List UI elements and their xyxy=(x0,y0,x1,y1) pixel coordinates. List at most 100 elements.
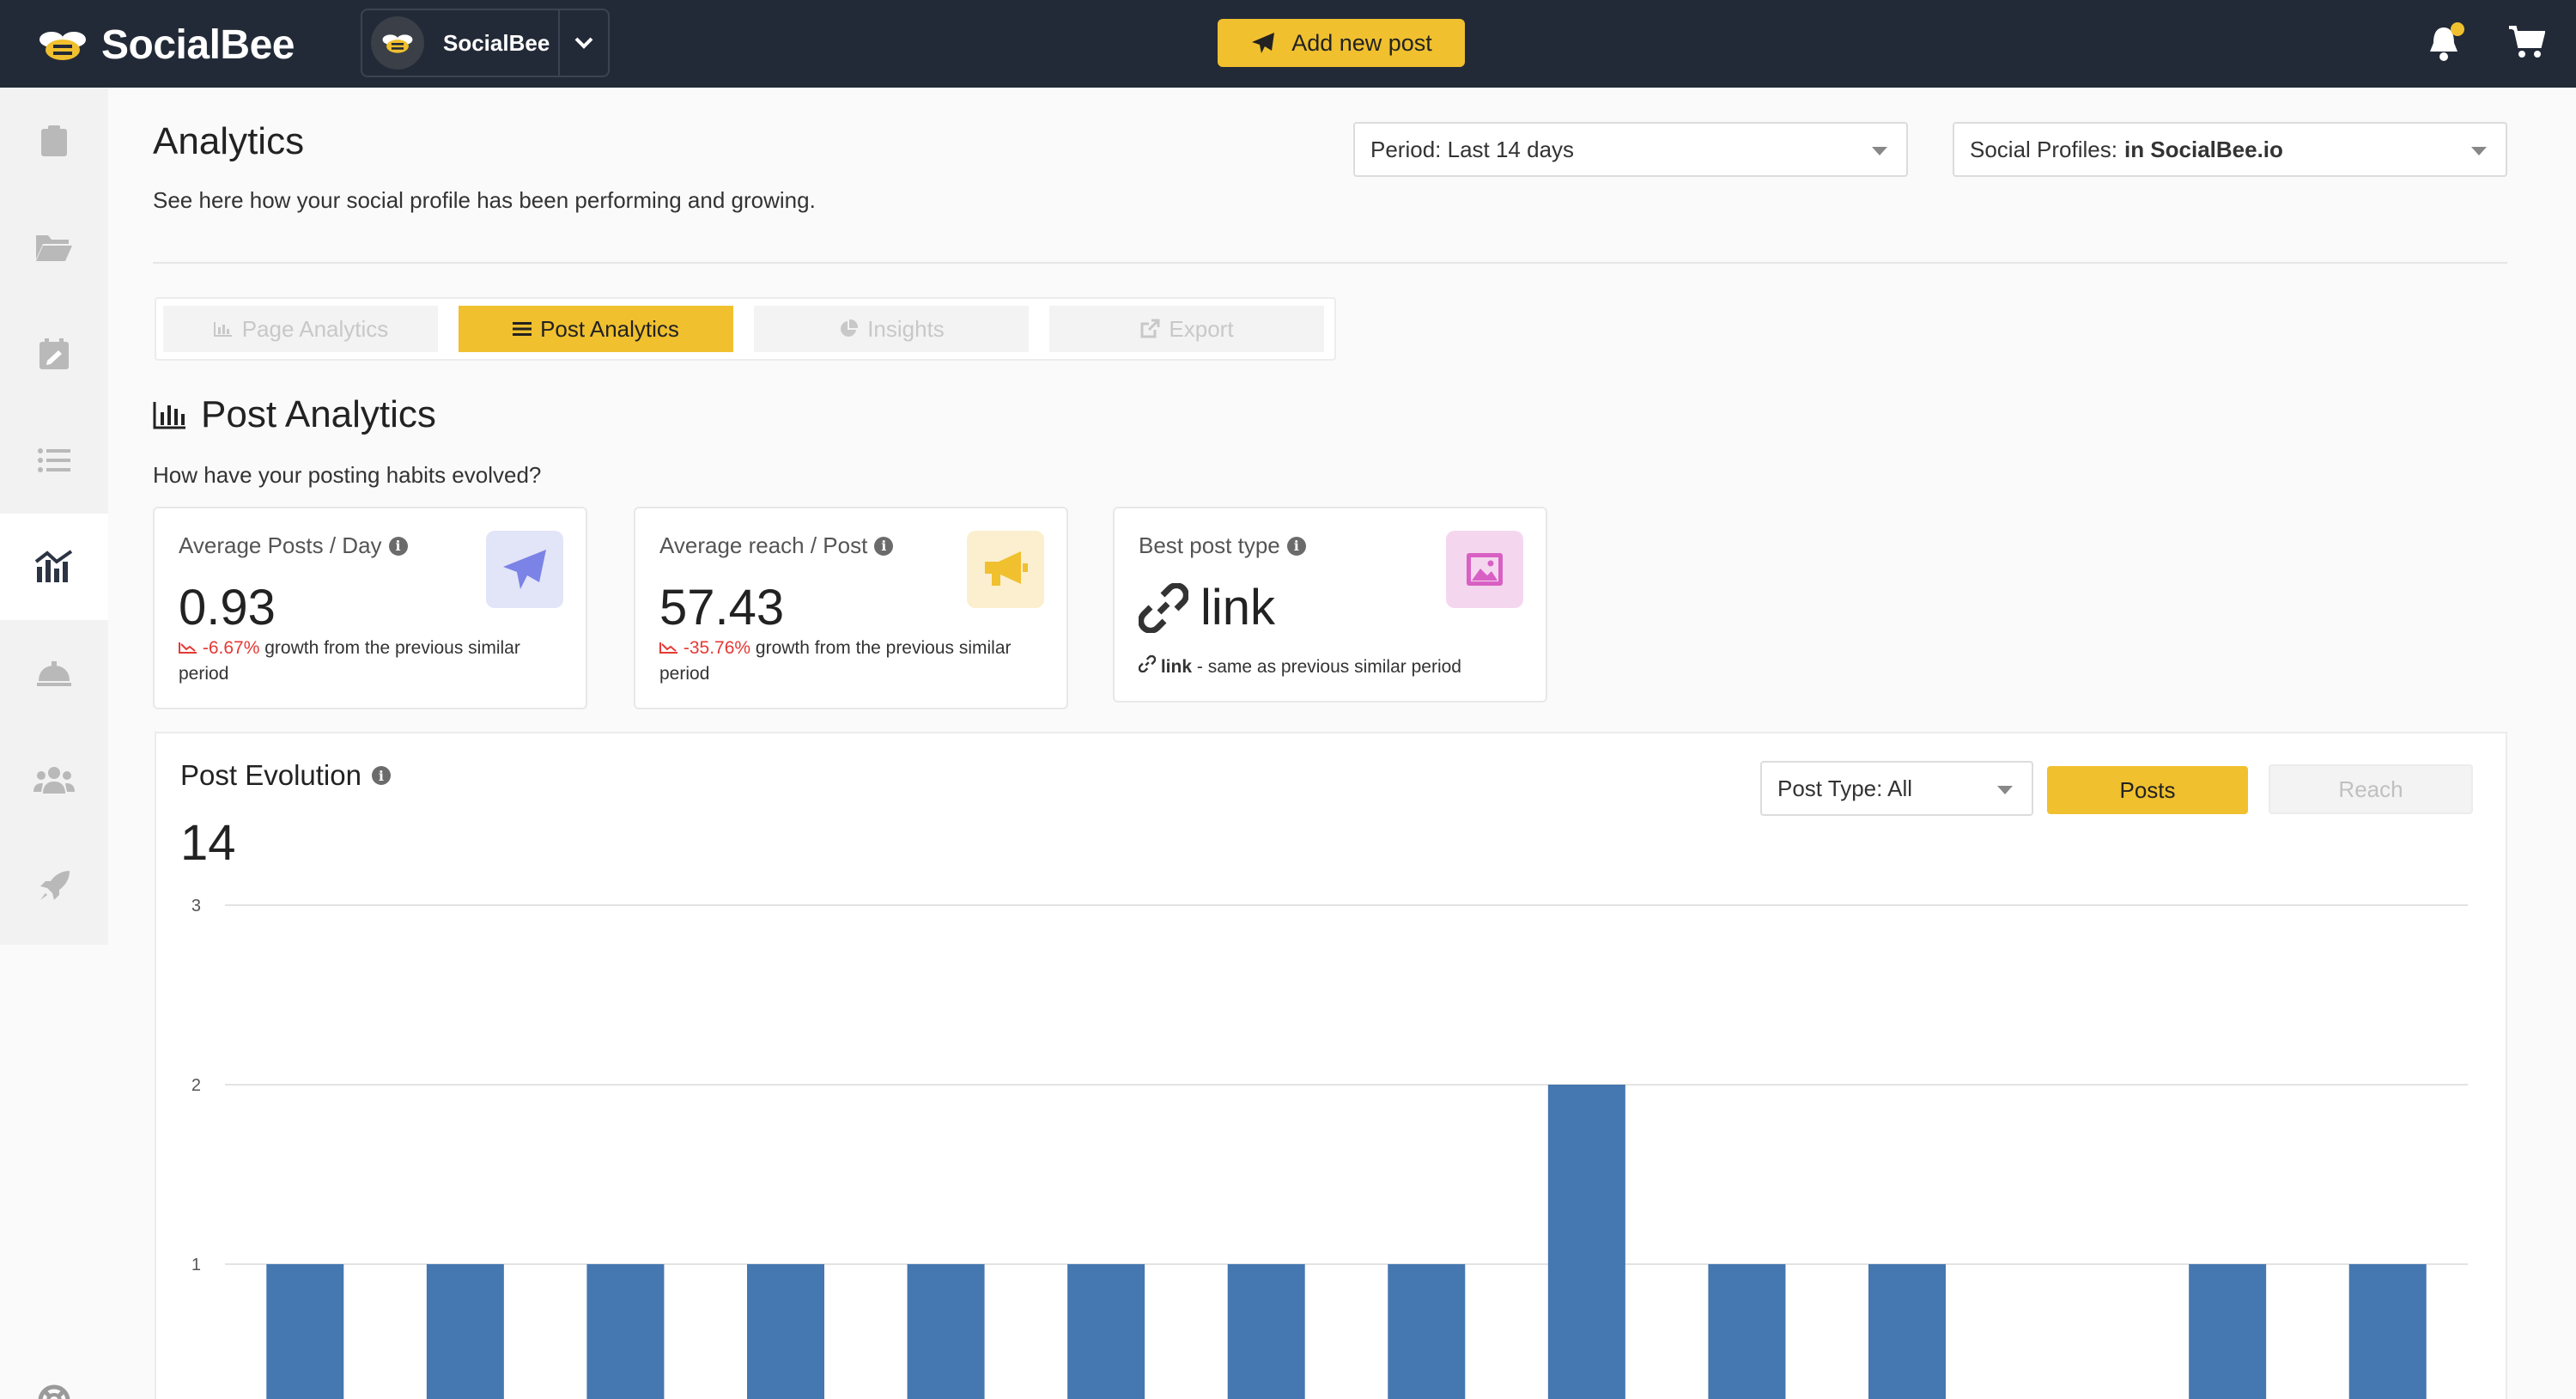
workspace-avatar xyxy=(371,16,424,70)
top-bar: SocialBee SocialBee Add new post xyxy=(0,0,2576,88)
trend-down-icon xyxy=(659,642,677,654)
workspace-name: SocialBee xyxy=(443,29,550,56)
link-icon xyxy=(1138,654,1157,673)
card-growth: -35.76% growth from the previous similar… xyxy=(659,636,1054,687)
paper-plane-icon xyxy=(1252,33,1275,53)
notifications-button[interactable] xyxy=(2427,22,2464,62)
help-button[interactable] xyxy=(0,1371,108,1399)
card-best-post-type: Best post type i link link - same as pre… xyxy=(1113,507,1547,703)
caret-down-icon xyxy=(2471,147,2487,155)
analytics-icon xyxy=(34,550,73,582)
posts-toggle-label: Posts xyxy=(2119,776,2176,803)
post-evolution-chart: 1 2 3 xyxy=(191,897,2468,1399)
info-icon[interactable]: i xyxy=(388,536,408,556)
bar-chart-icon xyxy=(153,402,185,429)
link-icon xyxy=(1139,582,1188,633)
add-new-post-button[interactable]: Add new post xyxy=(1218,19,1465,67)
chart-bar-d1[interactable] xyxy=(266,1264,344,1399)
chart-bar-d5[interactable] xyxy=(907,1264,985,1399)
workspace-dropdown-button[interactable] xyxy=(558,10,608,76)
image-icon xyxy=(1467,553,1503,586)
card-label: Average Posts / Day xyxy=(179,532,382,558)
chart-bar-d10[interactable] xyxy=(1708,1264,1786,1399)
chart-bar-d14[interactable] xyxy=(2348,1264,2427,1399)
external-link-icon xyxy=(1140,319,1160,338)
social-profiles-select[interactable]: Social Profiles: in SocialBee.io xyxy=(1953,122,2507,177)
cart-button[interactable] xyxy=(2507,24,2546,60)
period-select-value: Period: Last 14 days xyxy=(1370,136,1575,162)
tab-page-analytics[interactable]: Page Analytics xyxy=(163,306,438,352)
card-value-row: link xyxy=(1139,579,1275,636)
card-label-row: Average reach / Post i xyxy=(659,532,894,559)
card-detail: link - same as previous similar period xyxy=(1138,654,1534,680)
list-icon xyxy=(38,448,70,472)
panel-title: Post Evolution xyxy=(180,759,361,791)
rocket-icon xyxy=(40,871,70,900)
card-label-row: Best post type i xyxy=(1139,532,1306,559)
card-icon-box xyxy=(1446,531,1523,608)
social-profiles-value: in SocialBee.io xyxy=(2123,136,2283,162)
social-profiles-label: Social Profiles: xyxy=(1970,136,2117,162)
clipboard-icon xyxy=(41,125,67,156)
post-type-select-value: Post Type: All xyxy=(1777,775,1913,801)
tab-export[interactable]: Export xyxy=(1049,306,1324,352)
card-growth: -6.67% growth from the previous similar … xyxy=(179,636,574,687)
caret-down-icon xyxy=(1997,786,2013,794)
chart-bar-d11[interactable] xyxy=(1868,1264,1946,1399)
tab-label: Insights xyxy=(867,315,945,342)
info-icon[interactable]: i xyxy=(874,536,894,556)
card-label: Average reach / Post xyxy=(659,532,868,558)
info-icon[interactable]: i xyxy=(371,766,391,785)
y-tick-label: 2 xyxy=(191,1076,201,1095)
sidebar-item-team[interactable] xyxy=(0,727,108,833)
chart-bar-d9[interactable] xyxy=(1547,1085,1625,1399)
post-type-select[interactable]: Post Type: All xyxy=(1760,761,2033,816)
card-value: link xyxy=(1200,580,1276,636)
chart-bar-d3[interactable] xyxy=(586,1264,665,1399)
chart-bar-d7[interactable] xyxy=(1227,1264,1305,1399)
post-count-total: 14 xyxy=(180,815,236,871)
section-subtitle: How have your posting habits evolved? xyxy=(153,462,542,488)
posts-toggle-button[interactable]: Posts xyxy=(2047,766,2248,814)
bee-logo-icon xyxy=(39,32,86,60)
sidebar-item-growth[interactable] xyxy=(0,833,108,940)
chart-bar-d6[interactable] xyxy=(1067,1264,1145,1399)
chart-bar-d8[interactable] xyxy=(1388,1264,1466,1399)
chart-bar-d13[interactable] xyxy=(2189,1264,2267,1399)
logo[interactable]: SocialBee xyxy=(36,19,295,70)
tab-label: Export xyxy=(1169,315,1234,342)
reach-toggle-button[interactable]: Reach xyxy=(2269,764,2473,814)
card-icon-box xyxy=(486,531,563,608)
chart-bar-d2[interactable] xyxy=(426,1264,504,1399)
tab-insights[interactable]: Insights xyxy=(754,306,1029,352)
sidebar-item-schedule[interactable] xyxy=(0,301,108,407)
workspace-switcher[interactable]: SocialBee xyxy=(361,9,610,77)
sidebar-item-content[interactable] xyxy=(0,88,108,194)
reach-toggle-label: Reach xyxy=(2338,776,2403,802)
bar-chart-icon xyxy=(213,322,232,337)
sidebar-item-categories[interactable] xyxy=(0,194,108,301)
brand-name: SocialBee xyxy=(101,21,295,68)
panel-title-row: Post Evolution i xyxy=(180,759,391,792)
info-icon[interactable]: i xyxy=(1286,536,1306,556)
chevron-down-icon xyxy=(574,37,593,49)
paper-plane-icon xyxy=(503,550,546,589)
tab-post-analytics[interactable]: Post Analytics xyxy=(459,306,733,352)
tab-label: Post Analytics xyxy=(540,315,679,342)
card-average-reach-per-post: Average reach / Post i 57.43 -35.76% gro… xyxy=(634,507,1068,709)
list-icon xyxy=(513,322,532,336)
notification-dot xyxy=(2451,22,2464,36)
sidebar-item-concierge[interactable] xyxy=(0,620,108,727)
sidebar-item-queue[interactable] xyxy=(0,407,108,514)
folder-icon xyxy=(36,235,72,261)
chart-bar-d4[interactable] xyxy=(747,1264,824,1399)
period-select[interactable]: Period: Last 14 days xyxy=(1353,122,1908,177)
card-average-posts-per-day: Average Posts / Day i 0.93 -6.67% growth… xyxy=(153,507,587,709)
card-label: Best post type xyxy=(1139,532,1280,558)
pie-chart-icon xyxy=(841,319,859,337)
sidebar-item-analytics[interactable] xyxy=(0,514,108,620)
lifebuoy-icon xyxy=(38,1384,70,1399)
trend-down-icon xyxy=(179,642,197,654)
cart-icon xyxy=(2509,26,2546,58)
analytics-tabs: Page Analytics Post Analytics Insights E… xyxy=(155,297,1336,361)
